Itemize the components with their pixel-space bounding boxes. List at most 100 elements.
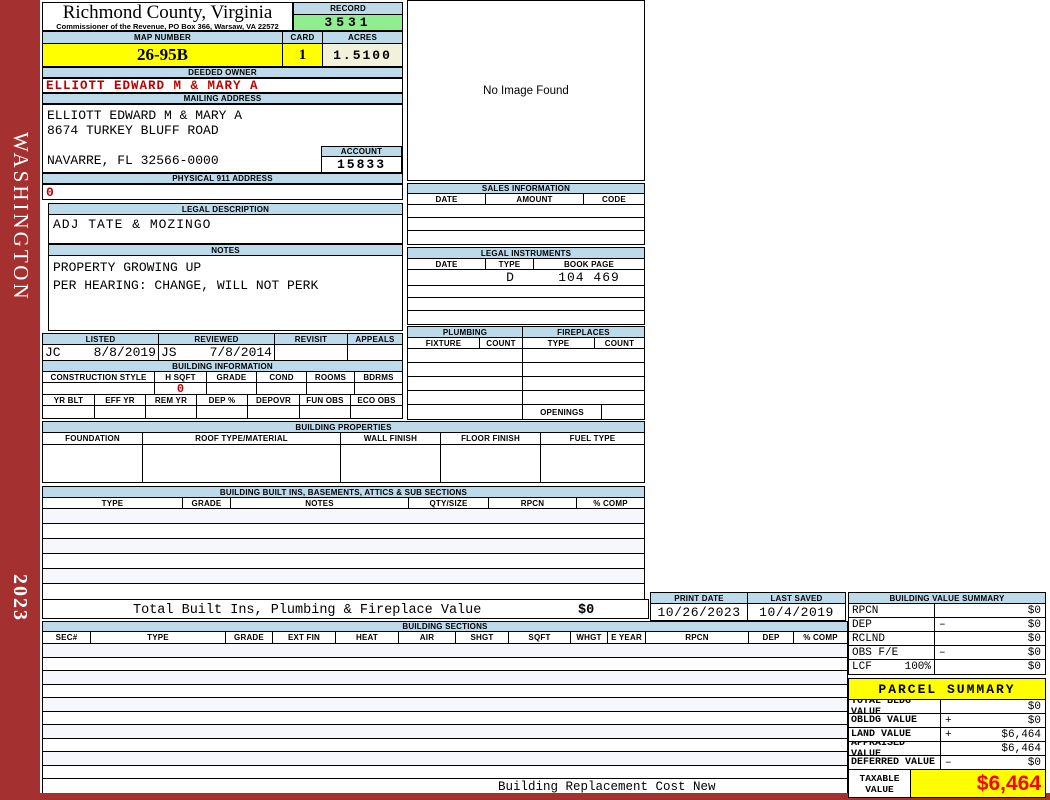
fun-obs-value [300,406,351,418]
fireplace-count-label: COUNT [604,338,635,348]
reviewed-cell: JS 7/8/2014 [159,345,275,360]
physical-911-label: PHYSICAL 911 ADDRESS [42,173,403,184]
print-date-value: 10/26/2023 [651,604,748,620]
map-number-label: MAP NUMBER [43,32,283,43]
fireplace-empty-cell [523,349,644,362]
openings-label: OPENINGS [523,405,602,419]
parcel-row-op: + [945,728,952,741]
visits-table: LISTED REVIEWED REVISIT APPEALS JC 8/8/2… [42,333,403,361]
plumbing-empty-cell [408,349,523,362]
eff-yr-value [95,406,146,418]
section-empty-row [43,766,847,779]
building-value-summary-title: BUILDING VALUE SUMMARY [849,593,1045,604]
section-empty-row [43,712,847,725]
legal-description-label: LEGAL DESCRIPTION [49,204,402,215]
openings-value [602,405,644,419]
legal-description-box: LEGAL DESCRIPTION ADJ TATE & MOZINGO [48,203,403,244]
fuel-type-label: FUEL TYPE [569,434,616,443]
bvs-row-op: – [939,618,946,631]
mailing-line-2: 8674 TURKEY BLUFF ROAD [47,123,219,138]
parcel-row: APPRAISED VALUE $6,464 [849,742,1045,756]
instrument-bookpage-label: BOOK PAGE [563,259,615,269]
county-name: Richmond County, Virginia [62,2,273,23]
map-number-value: 26-95B [43,44,283,66]
foundation-label: FOUNDATION [43,433,143,444]
mailing-address-label: MAILING ADDRESS [42,93,403,104]
heat-label: HEAT [336,632,399,643]
instrument-empty-row [408,311,644,324]
bvs-row-pct: 100% [904,661,931,673]
no-image-placeholder: No Image Found [483,84,569,97]
builtin-empty-row [43,584,644,599]
sales-empty-row [408,218,644,231]
dep-pct-value [197,406,248,418]
card-value: 1 [283,44,323,66]
builtin-grade-label: GRADE [183,498,231,508]
reviewed-by: JS [161,345,177,360]
parcel-summary: PARCEL SUMMARY TOTAL BLDG VALUE $0 OBLDG… [848,678,1046,798]
taxable-value-row: TAXABLE VALUE $6,464 [849,770,1045,797]
sales-information: SALES INFORMATION DATE AMOUNT CODE [407,183,645,245]
bvs-row: OBS F/E – $0 [849,646,1045,660]
bvs-row-label: RCLND [852,632,886,645]
bvs-row-label: LCF [852,661,872,673]
sqft-label: SQFT [509,632,571,643]
acres-label: ACRES [323,32,402,43]
record-value: 3531 [294,15,402,30]
mailing-line-1: ELLIOTT EDWARD M & MARY A [47,108,243,123]
shgt-label: SHGT [456,632,509,643]
listed-date: 8/8/2019 [93,345,156,360]
parcel-row-value: $0 [1027,700,1041,713]
building-sections-rows [42,643,848,779]
bvs-row-op: – [939,646,946,659]
plumbing-title: PLUMBING [408,327,523,337]
acres-value: 1.5100 [323,44,402,66]
instrument-row: D 104 469 [408,270,644,285]
bdrms-value [355,383,402,394]
plumbing-count-label: COUNT [480,338,523,348]
sale-amount-label: AMOUNT [486,194,584,204]
account-block: ACCOUNT 15833 [321,146,402,173]
parcel-row: LAND VALUE + $6,464 [849,728,1045,742]
whgt-label: WHGT [571,632,608,643]
building-properties: BUILDING PROPERTIES FOUNDATION ROOF TYPE… [42,421,645,483]
bvs-row: RPCN $0 [849,604,1045,618]
card-label: CARD [283,32,323,43]
parcel-row: TOTAL BLDG VALUE $0 [849,700,1045,714]
section-comp-label: % COMP [803,633,838,642]
map-card-acres: MAP NUMBER CARD ACRES 26-95B 1 1.5100 [42,31,403,67]
legal-instruments: LEGAL INSTRUMENTS DATE TYPE BOOK PAGE D … [407,247,645,325]
rooms-label: ROOMS [307,372,355,382]
deeded-owner-label: DEEDED OWNER [42,67,403,78]
plumbing-empty-cell [408,377,523,390]
notes-label: NOTES [49,245,402,256]
sales-information-title: SALES INFORMATION [408,184,644,194]
mailing-address-box: ELLIOTT EDWARD M & MARY A 8674 TURKEY BL… [42,104,403,173]
ext-fin-label: EXT FIN [273,632,336,643]
section-empty-row [43,658,847,671]
instrument-bookpage-value: 104 469 [558,270,620,285]
section-empty-row [43,752,847,766]
plumbing-fireplaces: PLUMBING FIREPLACES FIXTURE COUNT TYPE C… [407,326,645,420]
parcel-row-value: $6,464 [1001,742,1041,755]
bvs-row-value: $0 [1027,618,1041,631]
print-info: PRINT DATE LAST SAVED 10/26/2023 10/4/20… [650,592,846,621]
builtin-empty-row [43,509,644,524]
eff-yr-label: EFF YR [95,395,146,405]
rem-yr-label: REM YR [146,395,197,405]
revisit-label: REVISIT [275,334,348,344]
cond-label: COND [257,372,307,382]
foundation-value [43,445,143,482]
floor-finish-label: FLOOR FINISH [441,433,541,444]
fireplace-type-label: TYPE [523,338,595,348]
building-sections-title: BUILDING SECTIONS [43,622,847,632]
plumbing-empty-cell [408,363,523,376]
building-sections-header: BUILDING SECTIONS SEC# TYPE GRADE EXT FI… [42,621,848,644]
bvs-row: DEP – $0 [849,618,1045,632]
parcel-summary-title: PARCEL SUMMARY [849,679,1045,700]
wall-finish-label: WALL FINISH [341,433,441,444]
replacement-cost-label: Building Replacement Cost New [498,780,716,794]
bvs-row: RCLND $0 [849,632,1045,646]
builtin-empty-row [43,539,644,554]
legal-description-value: ADJ TATE & MOZINGO [53,217,212,232]
